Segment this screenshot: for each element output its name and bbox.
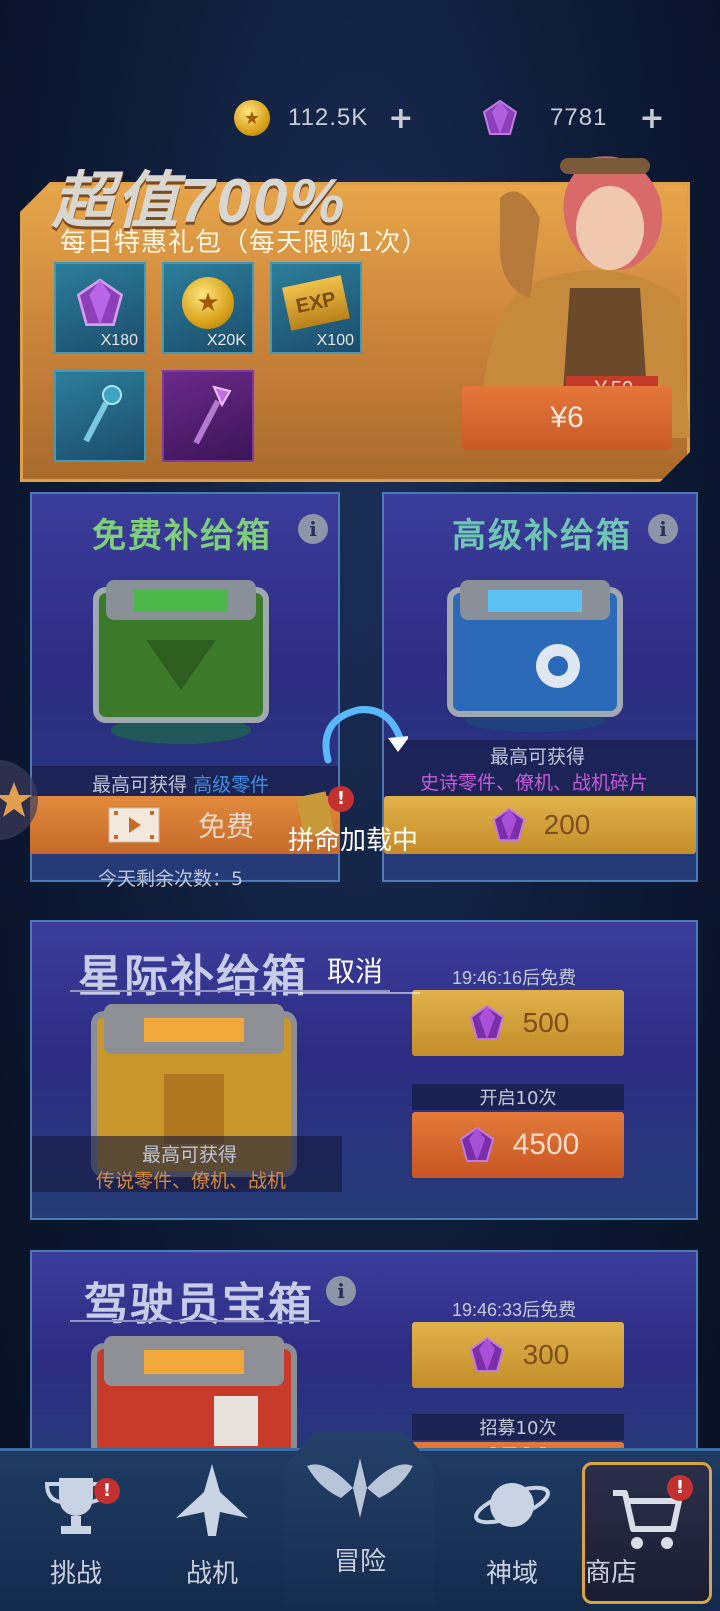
video-ad-icon <box>108 807 160 843</box>
free-remaining-count: 今天剩余次数：5 <box>98 868 244 890</box>
nav-label-fighter: 战机 <box>185 1559 238 1589</box>
pack-item-purple-key[interactable] <box>162 370 254 462</box>
premium-box-title: 高级补给箱 <box>452 516 632 556</box>
info-icon[interactable]: i <box>648 514 678 544</box>
nav-label-challenge: 挑战 <box>49 1559 102 1589</box>
shop-badge: ! <box>667 1475 693 1501</box>
item-qty: X100 <box>316 332 354 349</box>
gem-icon <box>482 99 518 135</box>
item-qty: X20K <box>206 332 246 349</box>
coin-icon: ★ <box>182 276 234 329</box>
pack-item-coins[interactable]: ★ X20K <box>162 262 254 354</box>
purple-key-icon <box>193 385 232 445</box>
buy-pack-button[interactable]: ¥6 <box>462 386 672 450</box>
reward-label-text: 最高可获得 <box>92 774 188 796</box>
gem-icon <box>492 807 525 842</box>
pilot-price-one: 300 <box>522 1339 570 1370</box>
planet-icon <box>474 1483 550 1527</box>
nav-tab-challenge[interactable]: ! 挑战 <box>4 1448 148 1608</box>
wings-emblem-icon <box>307 1458 413 1518</box>
pack-subtitle: 每日特惠礼包（每天限购1次） <box>60 228 429 258</box>
pack-item-blue-key[interactable] <box>54 370 146 462</box>
nav-tab-realm[interactable]: 神域 <box>440 1448 584 1608</box>
add-gems-button[interactable]: + <box>639 101 664 136</box>
reward-value-text: 高级零件 <box>193 774 270 796</box>
free-box-badge: ! <box>328 786 354 812</box>
exp-icon: EXP <box>282 274 350 331</box>
premium-open-button[interactable]: 200 <box>384 796 696 854</box>
stellar-open-ten-button[interactable]: 4500 <box>412 1112 624 1178</box>
pilot-box-title: 驾驶员宝箱 <box>84 1279 314 1330</box>
pilot-free-timer: 19:46:33后免费 <box>452 1300 577 1320</box>
info-icon[interactable]: i <box>298 514 328 544</box>
nav-tab-shop[interactable]: ! 商店 <box>582 1462 712 1604</box>
nav-label-adventure: 冒险 <box>333 1547 386 1577</box>
info-icon[interactable]: i <box>326 1276 356 1306</box>
nav-label-shop: 商店 <box>585 1558 638 1588</box>
nav-label-realm: 神域 <box>485 1559 538 1589</box>
pack-item-gems[interactable]: X180 <box>54 262 146 354</box>
nav-tab-adventure[interactable]: 冒险 <box>288 1448 432 1608</box>
pilot-open-one-button[interactable]: 300 <box>412 1322 624 1388</box>
coin-counter: ★ 112.5K + <box>234 96 413 140</box>
fighter-jet-icon <box>176 1464 248 1536</box>
red-crate-icon <box>91 1336 297 1456</box>
gem-icon <box>76 278 124 326</box>
stellar-open10-label: 开启10次 <box>412 1084 624 1110</box>
stellar-price-one: 500 <box>522 1007 570 1038</box>
coin-icon: ★ <box>234 100 270 136</box>
premium-reward-line: 史诗零件、僚机、战机碎片 <box>420 772 649 794</box>
gem-icon <box>469 1336 504 1372</box>
free-button-label: 免费 <box>198 810 255 843</box>
free-box-title: 免费补给箱 <box>92 516 272 556</box>
gem-icon <box>459 1126 494 1162</box>
blue-key-icon <box>83 385 122 443</box>
title-underline <box>70 1320 320 1322</box>
free-reward-label: 最高可获得 高级零件 <box>92 770 269 797</box>
blue-crate-icon <box>447 580 623 732</box>
coin-amount: 112.5K <box>288 104 369 131</box>
stellar-reward-line: 传说零件、僚机、战机 <box>96 1170 287 1192</box>
add-coins-button[interactable]: + <box>388 101 413 136</box>
stellar-open-one-button[interactable]: 500 <box>412 990 624 1056</box>
loading-spinner-icon <box>322 706 408 764</box>
gem-amount: 7781 <box>550 104 608 131</box>
stellar-price-ten: 4500 <box>512 1128 580 1161</box>
pilot-recruit10-label: 招募10次 <box>412 1414 624 1440</box>
item-qty: X180 <box>100 332 138 349</box>
gem-counter: 7781 + <box>480 96 665 140</box>
pack-item-exp[interactable]: EXP X100 <box>270 262 362 354</box>
loading-text: 拼命加载中 <box>288 826 419 856</box>
stellar-reward-label: 最高可获得 <box>142 1144 238 1166</box>
cancel-underline <box>300 992 420 994</box>
challenge-badge: ! <box>94 1478 120 1504</box>
stellar-free-timer: 19:46:16后免费 <box>452 968 577 988</box>
star-icon <box>0 782 32 817</box>
nav-tab-fighter[interactable]: 战机 <box>140 1448 284 1608</box>
green-crate-icon <box>93 580 269 744</box>
premium-reward-label: 最高可获得 <box>490 746 586 768</box>
gem-icon <box>469 1004 504 1040</box>
cancel-button[interactable]: 取消 <box>327 950 383 990</box>
premium-price: 200 <box>543 809 591 840</box>
